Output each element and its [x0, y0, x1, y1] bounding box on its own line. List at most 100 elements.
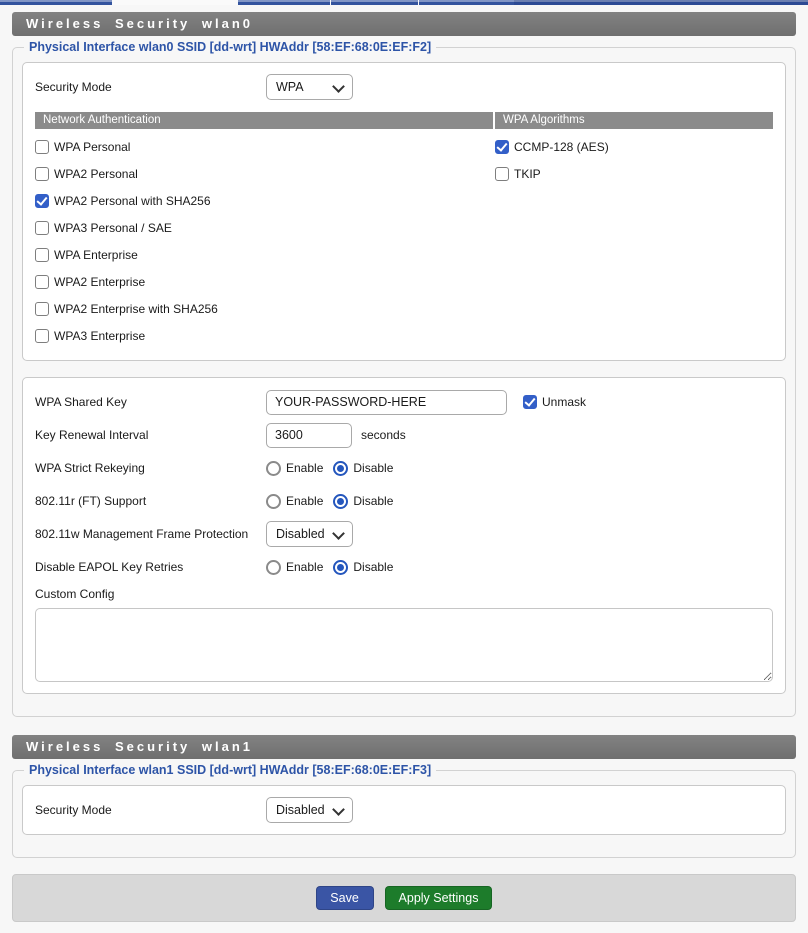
radio-label-disable: Disable	[353, 461, 393, 475]
radio-label-disable: Disable	[353, 560, 393, 574]
wlan0-legend: Physical Interface wlan0 SSID [dd-wrt] H…	[24, 40, 436, 54]
tab-strip-segment[interactable]	[331, 0, 418, 5]
mfp-label: 802.11w Management Frame Protection	[35, 527, 266, 541]
auth-option-row: WPA2 Enterprise	[35, 268, 495, 295]
section-header-wlan1-title: Wireless Security wlan1	[26, 739, 253, 754]
option-label: WPA3 Enterprise	[54, 329, 145, 343]
wlan1-mode-box: Security Mode Disabled	[22, 785, 786, 835]
options-table-header: Network Authentication WPA Algorithms	[35, 112, 773, 129]
auth-option-row: WPA2 Personal	[35, 160, 495, 187]
strict-rekeying-row: WPA Strict Rekeying Enable Disable	[35, 455, 773, 481]
checkbox-wpa3-personal-sae[interactable]	[35, 221, 49, 235]
col-network-authentication: Network Authentication	[35, 112, 493, 129]
radio-strict-rekeying-disable[interactable]	[333, 461, 348, 476]
wlan1-fieldset: Physical Interface wlan1 SSID [dd-wrt] H…	[12, 763, 796, 858]
chevron-down-icon	[332, 527, 345, 540]
key-renewal-unit: seconds	[361, 428, 406, 442]
algo-option-row: TKIP	[495, 160, 773, 187]
eapol-row: Disable EAPOL Key Retries Enable Disable	[35, 554, 773, 580]
checkbox-unmask[interactable]	[523, 395, 537, 409]
wlan1-security-mode-value: Disabled	[276, 803, 325, 817]
option-label: WPA3 Personal / SAE	[54, 221, 172, 235]
security-mode-row: Security Mode WPA	[35, 74, 773, 100]
option-label: WPA2 Enterprise with SHA256	[54, 302, 218, 316]
save-button[interactable]: Save	[316, 886, 374, 910]
footer-bar: Save Apply Settings	[12, 874, 796, 922]
check-icon	[36, 194, 47, 206]
shared-key-row: WPA Shared Key Unmask	[35, 389, 773, 415]
security-mode-value: WPA	[276, 80, 304, 94]
option-label: WPA Personal	[54, 140, 130, 154]
auth-option-row: WPA3 Enterprise	[35, 322, 495, 349]
custom-config-textarea[interactable]	[35, 608, 773, 682]
auth-option-row: WPA Personal	[35, 133, 495, 160]
section-header-wlan1: Wireless Security wlan1	[12, 735, 796, 759]
wlan1-legend: Physical Interface wlan1 SSID [dd-wrt] H…	[24, 763, 436, 777]
tab-strip-segment[interactable]	[514, 0, 808, 5]
wpa-shared-key-input[interactable]	[266, 390, 507, 415]
radio-label-enable: Enable	[286, 494, 323, 508]
auth-option-row: WPA2 Personal with SHA256	[35, 187, 495, 214]
radio-eapol-disable[interactable]	[333, 560, 348, 575]
auth-option-row: WPA3 Personal / SAE	[35, 214, 495, 241]
security-mode-row: Security Mode Disabled	[35, 797, 773, 823]
ft-support-label: 802.11r (FT) Support	[35, 494, 266, 508]
tab-strip-segment[interactable]	[0, 0, 112, 5]
mfp-select[interactable]: Disabled	[266, 521, 353, 547]
network-authentication-column: WPA Personal WPA2 Personal WPA2 Personal…	[35, 133, 495, 349]
chevron-down-icon	[332, 80, 345, 93]
radio-eapol-enable[interactable]	[266, 560, 281, 575]
ft-support-row: 802.11r (FT) Support Enable Disable	[35, 488, 773, 514]
radio-strict-rekeying-enable[interactable]	[266, 461, 281, 476]
mfp-row: 802.11w Management Frame Protection Disa…	[35, 521, 773, 547]
wlan0-mode-box: Security Mode WPA Network Authentication…	[22, 62, 786, 361]
radio-label-enable: Enable	[286, 461, 323, 475]
key-renewal-input[interactable]	[266, 423, 352, 448]
radio-ft-support-enable[interactable]	[266, 494, 281, 509]
security-mode-label: Security Mode	[35, 80, 266, 94]
wpa-algorithms-column: CCMP-128 (AES) TKIP	[495, 133, 773, 349]
tab-strip-segment[interactable]	[419, 0, 514, 5]
wlan0-fieldset: Physical Interface wlan0 SSID [dd-wrt] H…	[12, 40, 796, 717]
custom-config-label: Custom Config	[35, 587, 773, 603]
algo-option-row: CCMP-128 (AES)	[495, 133, 773, 160]
check-icon	[496, 140, 507, 152]
option-label: WPA2 Personal	[54, 167, 138, 181]
apply-settings-button[interactable]: Apply Settings	[385, 886, 493, 910]
auth-option-row: WPA2 Enterprise with SHA256	[35, 295, 495, 322]
section-header-wlan0: Wireless Security wlan0	[12, 12, 796, 36]
strict-rekeying-label: WPA Strict Rekeying	[35, 461, 266, 475]
option-label: WPA2 Enterprise	[54, 275, 145, 289]
checkbox-ccmp-128-aes[interactable]	[495, 140, 509, 154]
mfp-value: Disabled	[276, 527, 325, 541]
checkbox-tkip[interactable]	[495, 167, 509, 181]
option-label: CCMP-128 (AES)	[514, 140, 609, 154]
eapol-label: Disable EAPOL Key Retries	[35, 560, 266, 574]
options-table-body: WPA Personal WPA2 Personal WPA2 Personal…	[35, 133, 773, 349]
security-mode-select[interactable]: WPA	[266, 74, 353, 100]
tab-strip-segment[interactable]	[238, 0, 330, 5]
option-label: TKIP	[514, 167, 541, 181]
option-label: WPA Enterprise	[54, 248, 138, 262]
radio-label-disable: Disable	[353, 494, 393, 508]
custom-config-row: Custom Config	[35, 587, 773, 682]
radio-ft-support-disable[interactable]	[333, 494, 348, 509]
checkbox-wpa2-enterprise[interactable]	[35, 275, 49, 289]
check-icon	[524, 395, 535, 407]
checkbox-wpa2-personal[interactable]	[35, 167, 49, 181]
key-renewal-label: Key Renewal Interval	[35, 428, 266, 442]
unmask-label: Unmask	[542, 395, 586, 409]
checkbox-wpa2-enterprise-sha256[interactable]	[35, 302, 49, 316]
wlan0-key-box: WPA Shared Key Unmask Key Renewal Interv…	[22, 377, 786, 694]
checkbox-wpa-personal[interactable]	[35, 140, 49, 154]
chevron-down-icon	[332, 803, 345, 816]
security-mode-label: Security Mode	[35, 803, 266, 817]
checkbox-wpa-enterprise[interactable]	[35, 248, 49, 262]
checkbox-wpa2-personal-sha256[interactable]	[35, 194, 49, 208]
key-renewal-row: Key Renewal Interval seconds	[35, 422, 773, 448]
section-header-wlan0-title: Wireless Security wlan0	[26, 16, 253, 31]
radio-label-enable: Enable	[286, 560, 323, 574]
col-wpa-algorithms: WPA Algorithms	[495, 112, 773, 129]
checkbox-wpa3-enterprise[interactable]	[35, 329, 49, 343]
wlan1-security-mode-select[interactable]: Disabled	[266, 797, 353, 823]
